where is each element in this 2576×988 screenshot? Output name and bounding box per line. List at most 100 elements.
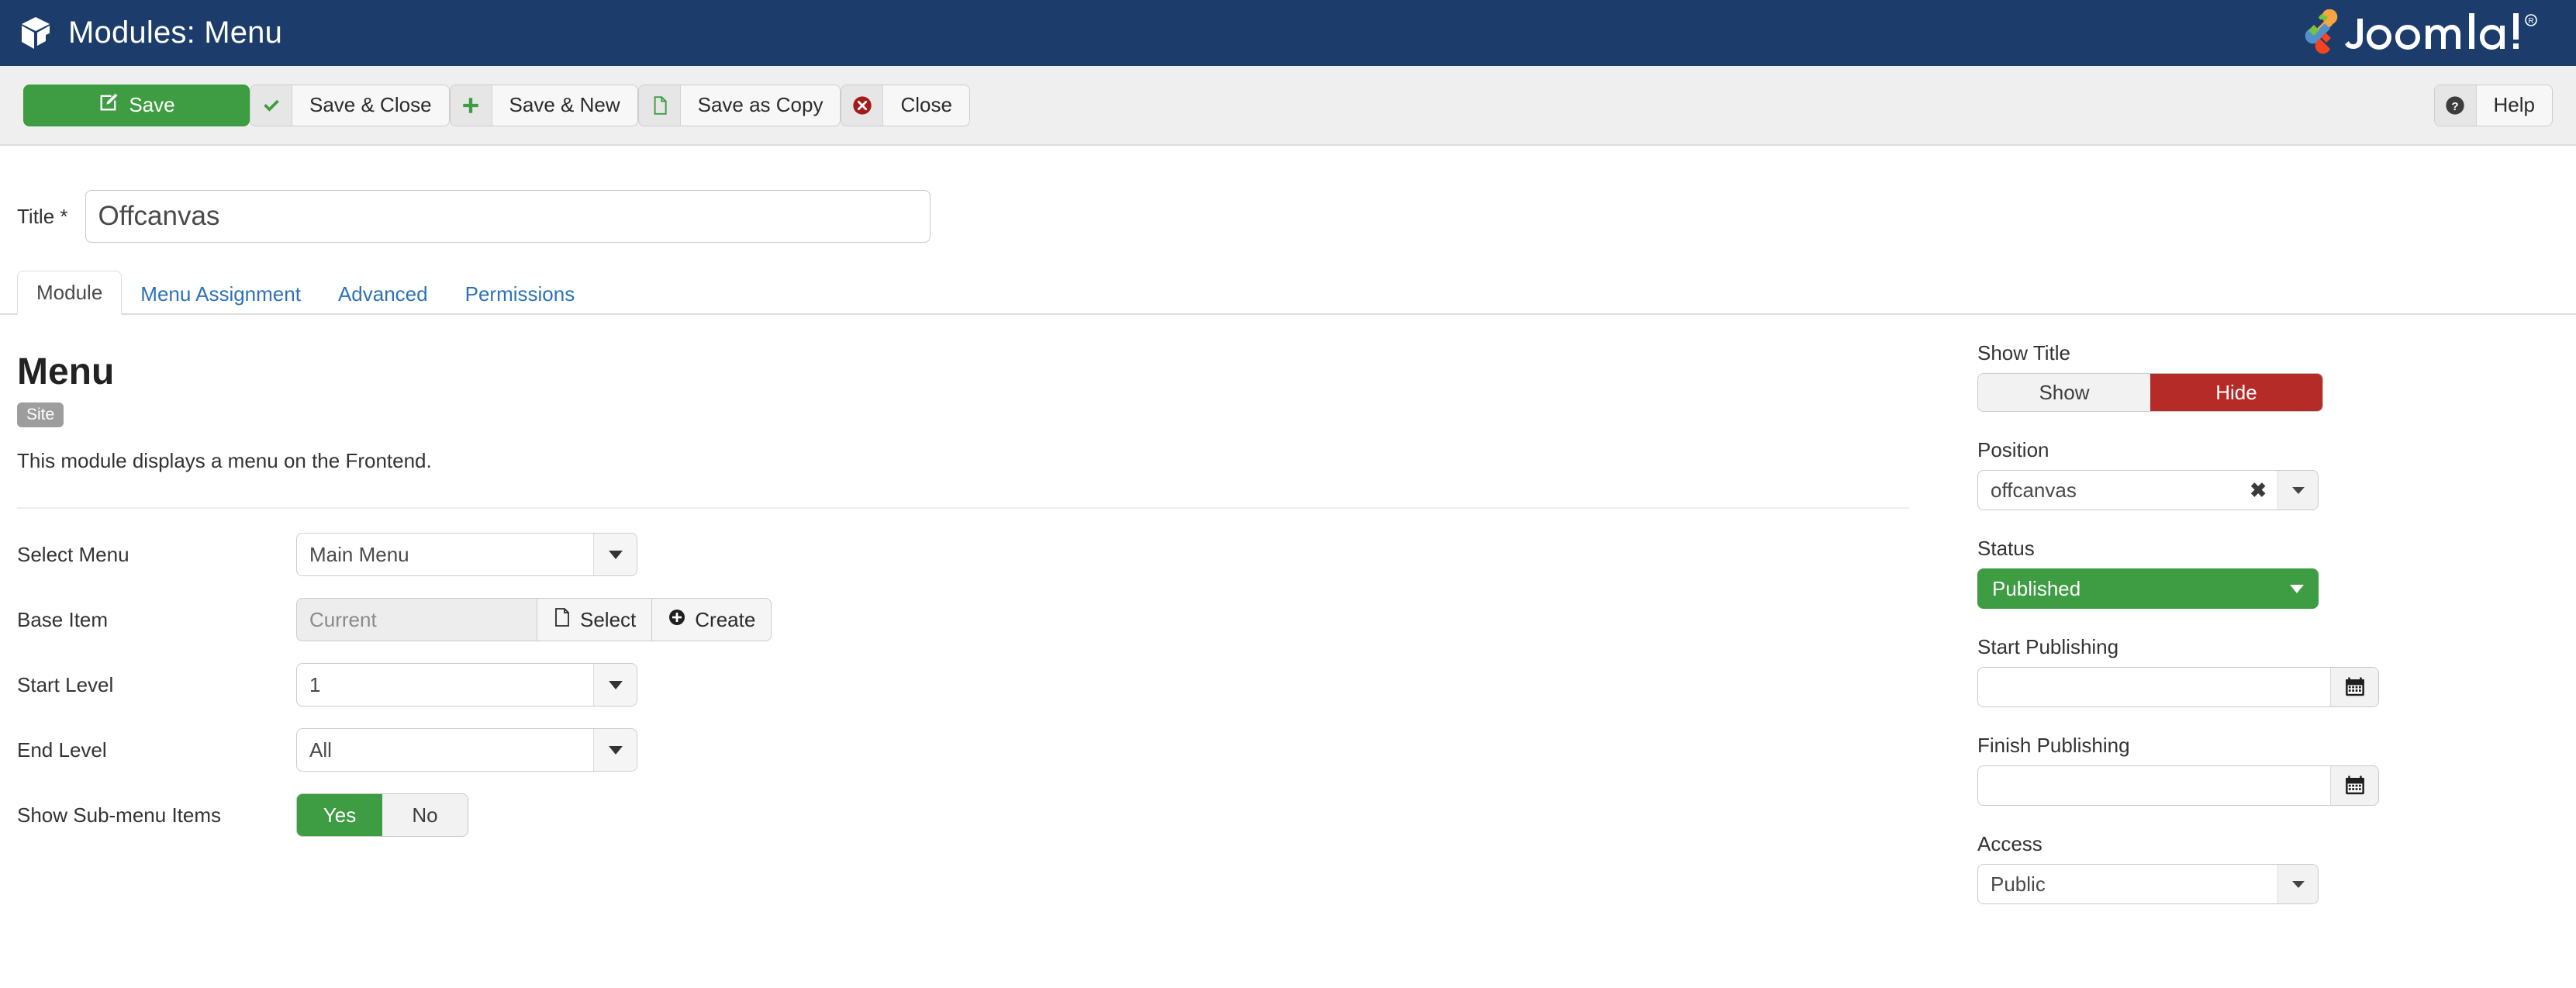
svg-text:R: R <box>2528 17 2533 26</box>
field-row-show-submenu: Show Sub-menu Items Yes No <box>17 796 1909 834</box>
help-button[interactable]: ? Help <box>2434 85 2553 126</box>
page-title: Modules: Menu <box>68 16 282 50</box>
show-submenu-no[interactable]: No <box>382 794 468 836</box>
module-heading: Menu <box>17 353 1909 392</box>
status-label: Status <box>1977 537 2388 561</box>
document-icon <box>553 607 571 633</box>
base-item-select-button[interactable]: Select <box>537 598 652 641</box>
field-row-end-level: End Level All <box>17 731 1909 769</box>
end-level-dropdown[interactable]: All <box>296 728 637 772</box>
chevron-down-icon <box>593 729 637 771</box>
editor-toolbar: Save Save & Close Save & New Save as Cop… <box>0 66 2576 146</box>
access-label: Access <box>1977 832 2388 856</box>
save-and-new-label: Save & New <box>492 85 637 126</box>
close-button-label: Close <box>883 85 969 126</box>
check-icon <box>250 85 292 126</box>
svg-text:?: ? <box>2451 99 2458 112</box>
show-submenu-toggle: Yes No <box>296 793 468 837</box>
tab-advanced[interactable]: Advanced <box>319 273 447 315</box>
save-and-close-button[interactable]: Save & Close <box>250 85 450 126</box>
save-button-label: Save <box>129 93 174 117</box>
cube-icon <box>20 16 51 50</box>
plus-icon <box>451 85 492 126</box>
show-submenu-label: Show Sub-menu Items <box>17 803 296 827</box>
tabs-container: Module Menu Assignment Advanced Permissi… <box>0 264 2576 315</box>
calendar-icon[interactable] <box>2330 668 2378 706</box>
status-badge: Site <box>17 402 64 427</box>
start-publishing-label: Start Publishing <box>1977 635 2388 659</box>
title-input[interactable] <box>85 190 931 243</box>
select-menu-label: Select Menu <box>17 543 296 567</box>
cancel-circle-icon <box>841 85 883 126</box>
select-menu-value: Main Menu <box>297 534 593 575</box>
show-title-show[interactable]: Show <box>1978 374 2150 411</box>
start-level-label: Start Level <box>17 673 296 697</box>
save-pencil-icon <box>98 92 119 119</box>
start-publishing-group: Start Publishing <box>1977 635 2388 707</box>
header-left-group: Modules: Menu <box>0 16 282 50</box>
help-button-label: Help <box>2477 85 2552 126</box>
brand-logo: R <box>2297 9 2553 57</box>
chevron-down-icon <box>593 664 637 706</box>
base-item-create-button[interactable]: Create <box>652 598 772 641</box>
chevron-down-icon[interactable] <box>2277 471 2318 510</box>
tab-module[interactable]: Module <box>17 271 122 315</box>
title-label: Title * <box>17 205 68 229</box>
show-title-hide[interactable]: Hide <box>2150 374 2322 411</box>
finish-publishing-field <box>1977 765 2379 806</box>
field-row-select-menu: Select Menu Main Menu <box>17 535 1909 574</box>
tab-menu-assignment[interactable]: Menu Assignment <box>122 273 319 315</box>
finish-publishing-group: Finish Publishing <box>1977 734 2388 806</box>
show-submenu-yes[interactable]: Yes <box>297 794 382 836</box>
save-as-copy-button[interactable]: Save as Copy <box>638 85 841 126</box>
save-and-new-button[interactable]: Save & New <box>450 85 638 126</box>
chevron-down-icon <box>2277 865 2318 903</box>
start-level-dropdown[interactable]: 1 <box>296 663 637 706</box>
end-level-label: End Level <box>17 738 296 762</box>
position-label: Position <box>1977 438 2388 462</box>
chevron-down-icon <box>593 534 637 575</box>
show-title-group: Show Title Show Hide <box>1977 341 2388 412</box>
plus-circle-icon <box>668 608 686 632</box>
start-level-value: 1 <box>297 664 593 706</box>
copy-icon <box>639 85 681 126</box>
module-description: This module displays a menu on the Front… <box>17 449 1909 473</box>
status-dropdown[interactable]: Published <box>1977 568 2319 609</box>
start-publishing-field <box>1977 667 2379 707</box>
module-panel: Menu Site This module displays a menu on… <box>17 353 1909 834</box>
base-item-create-label: Create <box>695 608 755 632</box>
module-options-sidebar: Show Title Show Hide Position offcanvas … <box>1977 341 2388 931</box>
status-value: Published <box>1992 577 2080 601</box>
close-button[interactable]: Close <box>841 85 969 126</box>
select-menu-dropdown[interactable]: Main Menu <box>296 533 637 576</box>
title-field-row: Title * <box>0 190 931 243</box>
position-field[interactable]: offcanvas ✖ <box>1977 470 2319 510</box>
tab-bar: Module Menu Assignment Advanced Permissi… <box>0 264 2576 315</box>
tab-permissions[interactable]: Permissions <box>447 273 594 315</box>
show-title-toggle: Show Hide <box>1977 373 2323 412</box>
access-group: Access Public <box>1977 832 2388 904</box>
access-dropdown[interactable]: Public <box>1977 864 2319 904</box>
base-item-value[interactable]: Current <box>296 598 537 641</box>
status-group: Status Published <box>1977 537 2388 609</box>
save-button[interactable]: Save <box>23 85 250 126</box>
section-divider <box>17 507 1909 509</box>
save-and-close-label: Save & Close <box>292 85 449 126</box>
position-group: Position offcanvas ✖ <box>1977 438 2388 510</box>
save-as-copy-label: Save as Copy <box>681 85 841 126</box>
chevron-down-icon <box>2290 585 2304 593</box>
clear-x-icon[interactable]: ✖ <box>2250 480 2267 500</box>
access-value: Public <box>1978 865 2277 903</box>
field-row-start-level: Start Level 1 <box>17 665 1909 704</box>
position-value: offcanvas <box>1991 478 2077 503</box>
position-value-wrap: offcanvas ✖ <box>1978 471 2277 510</box>
app-header: Modules: Menu <box>0 0 2576 66</box>
field-row-base-item: Base Item Current Select <box>17 600 1909 639</box>
finish-publishing-input[interactable] <box>1978 766 2330 805</box>
start-publishing-input[interactable] <box>1978 668 2330 706</box>
finish-publishing-label: Finish Publishing <box>1977 734 2388 758</box>
calendar-icon[interactable] <box>2330 766 2378 805</box>
question-circle-icon: ? <box>2435 85 2477 126</box>
show-title-label: Show Title <box>1977 341 2388 365</box>
base-item-group: Current Select Create <box>296 598 772 641</box>
